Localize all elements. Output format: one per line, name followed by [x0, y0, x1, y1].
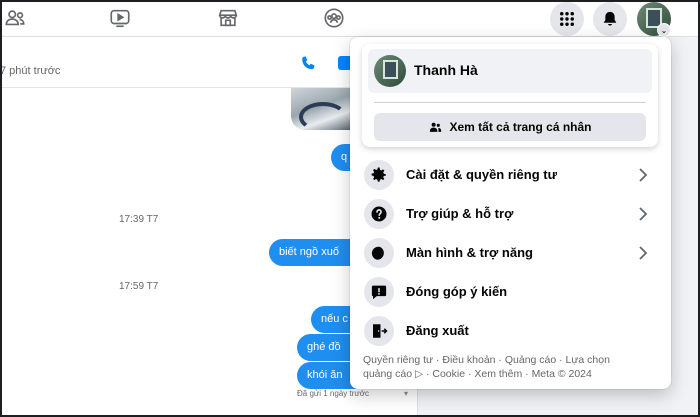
footer-line[interactable]: Quyền riêng tư · Điều khoản · Quảng cáo …	[363, 353, 658, 367]
phone-icon[interactable]	[298, 54, 318, 74]
photo-content	[299, 102, 347, 130]
profile-row[interactable]: Thanh Hà	[368, 49, 652, 93]
watch-icon[interactable]	[107, 6, 133, 30]
chevron-right-icon	[639, 206, 648, 221]
moon-icon	[364, 237, 394, 268]
avatar-image	[383, 60, 398, 79]
see-all-profiles-button[interactable]: Xem tất cả trang cá nhân	[374, 113, 646, 141]
menu-item-label: Đóng góp ý kiến	[406, 284, 508, 299]
see-all-profiles-label: Xem tất cả trang cá nhân	[449, 120, 592, 134]
chevron-right-icon	[639, 167, 648, 182]
profile-avatar	[374, 55, 406, 87]
profile-card: Thanh Hà Xem tất cả trang cá nhân	[362, 44, 658, 147]
caret-down-icon[interactable]: ▾	[404, 389, 408, 398]
menu-item-display-accessibility[interactable]: Màn hình & trợ năng	[358, 234, 663, 271]
menu-footer-links[interactable]: Quyền riêng tư · Điều khoản · Quảng cáo …	[363, 353, 658, 381]
menu-item-label: Màn hình & trợ năng	[406, 245, 533, 260]
menu-item-label: Cài đặt & quyền riêng tư	[406, 167, 557, 182]
menu-item-label: Trợ giúp & hỗ trợ	[406, 206, 514, 221]
profile-name: Thanh Hà	[414, 62, 478, 78]
friends-icon[interactable]	[2, 6, 28, 30]
logout-icon	[364, 315, 394, 346]
menu-item-logout[interactable]: Đăng xuất	[358, 312, 663, 349]
menu-item-help-support[interactable]: Trợ giúp & hỗ trợ	[358, 195, 663, 232]
menu-item-settings-privacy[interactable]: Cài đặt & quyền riêng tư	[358, 156, 663, 193]
footer-line[interactable]: quảng cáo ▷ · Cookie · Xem thêm · Meta ©…	[363, 367, 658, 381]
divider	[374, 102, 646, 103]
sent-status: Đã gửi 1 ngày trước	[297, 389, 369, 398]
chevron-right-icon	[639, 245, 648, 260]
message-timestamp: 17:59 T7	[119, 281, 159, 292]
chat-photo-attachment[interactable]	[291, 88, 351, 130]
help-icon	[364, 198, 394, 229]
feedback-icon	[364, 276, 394, 307]
menu-item-label: Đăng xuất	[406, 323, 469, 338]
bell-icon[interactable]	[593, 2, 627, 36]
top-navigation-bar: ⌄	[0, 0, 700, 37]
groups-icon[interactable]	[321, 6, 347, 30]
account-menu-dropdown: Thanh Hà Xem tất cả trang cá nhân Cài đặ…	[350, 37, 671, 389]
profiles-icon	[430, 122, 442, 132]
gear-icon	[364, 159, 394, 190]
marketplace-icon[interactable]	[215, 6, 241, 30]
chevron-down-icon[interactable]: ⌄	[657, 23, 671, 37]
menu-item-give-feedback[interactable]: Đóng góp ý kiến	[358, 273, 663, 310]
grid-menu-icon[interactable]	[550, 2, 584, 36]
message-timestamp: 17:39 T7	[119, 214, 159, 225]
active-status: 7 phút trước	[0, 65, 61, 77]
